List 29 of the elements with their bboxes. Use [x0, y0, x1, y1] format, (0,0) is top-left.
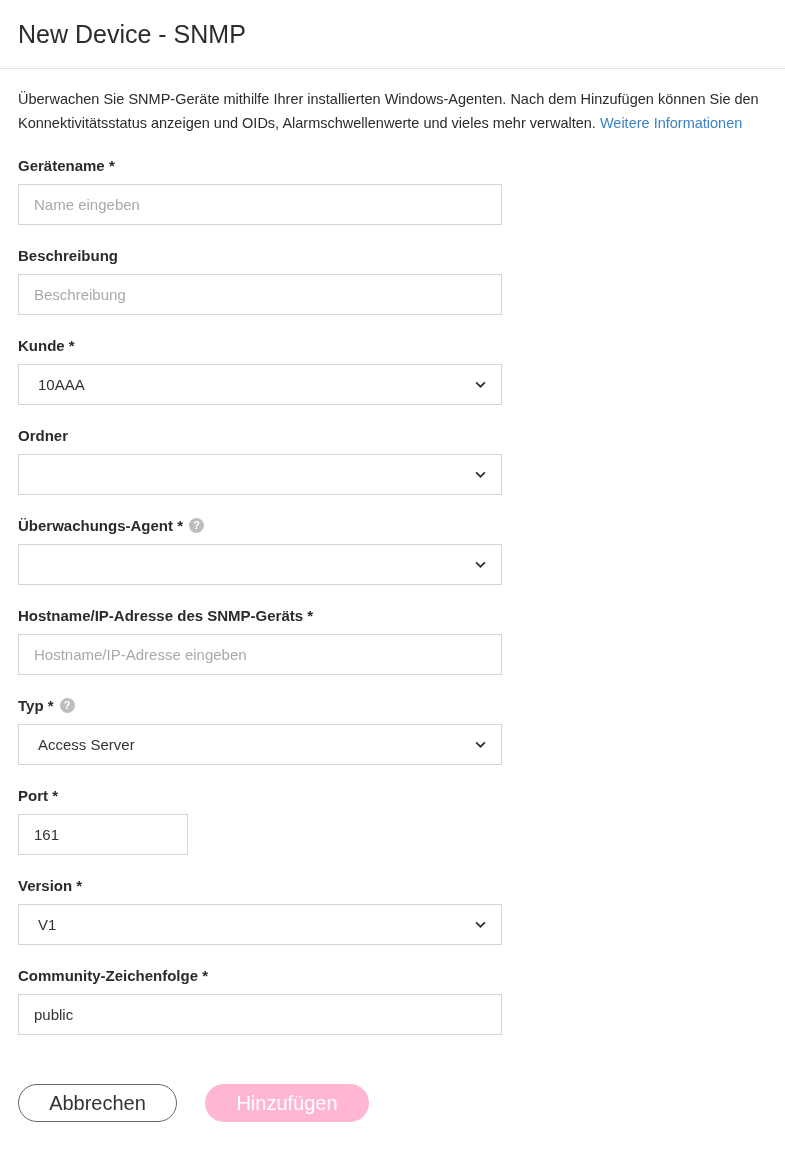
dropdown-field[interactable]: V1 — [18, 904, 502, 945]
field-label: Version * — [18, 876, 83, 894]
field-label: Überwachungs-Agent * — [18, 516, 183, 534]
field-label: Typ * — [18, 696, 54, 714]
chevron-down-icon — [475, 381, 486, 388]
field-label: Hostname/IP-Adresse des SNMP-Geräts * — [18, 606, 314, 624]
dropdown-field[interactable] — [18, 454, 502, 495]
field-label: Port * — [18, 786, 58, 804]
input-field[interactable]: Name eingeben — [18, 184, 502, 225]
intro-text: Überwachen Sie SNMP-Geräte mithilfe Ihrer installierten Windows-Agenten. Nach dem Hinzufügen können Sie den Konnektivitätsstatus anzeigen und OIDs, Alarmschwellenwerte und vieles mehr verwalten. Weitere Informationen — [18, 90, 760, 133]
chevron-down-icon — [475, 561, 486, 568]
field-label: Gerätename * — [18, 156, 115, 174]
input-field[interactable]: Beschreibung — [18, 274, 502, 315]
field-label: Kunde * — [18, 336, 75, 354]
dropdown-field[interactable]: Access Server — [18, 724, 502, 765]
input-field[interactable]: Hostname/IP-Adresse eingeben — [18, 634, 502, 675]
chevron-down-icon — [475, 741, 486, 748]
field-label: Community-Zeichenfolge * — [18, 966, 208, 984]
input-field[interactable]: public — [18, 994, 502, 1035]
chevron-down-icon — [475, 471, 486, 478]
page-title: New Device - SNMP — [18, 19, 246, 49]
cancel-button[interactable]: Abbrechen — [18, 1084, 177, 1122]
more-info-link[interactable]: Weitere Informationen — [599, 115, 743, 131]
input-field[interactable]: 161 — [18, 814, 188, 855]
chevron-down-icon — [475, 921, 486, 928]
dropdown-field[interactable]: 10AAA — [18, 364, 502, 405]
dropdown-field[interactable] — [18, 544, 502, 585]
field-label: Ordner — [18, 426, 68, 444]
field-label: Beschreibung — [18, 246, 119, 264]
